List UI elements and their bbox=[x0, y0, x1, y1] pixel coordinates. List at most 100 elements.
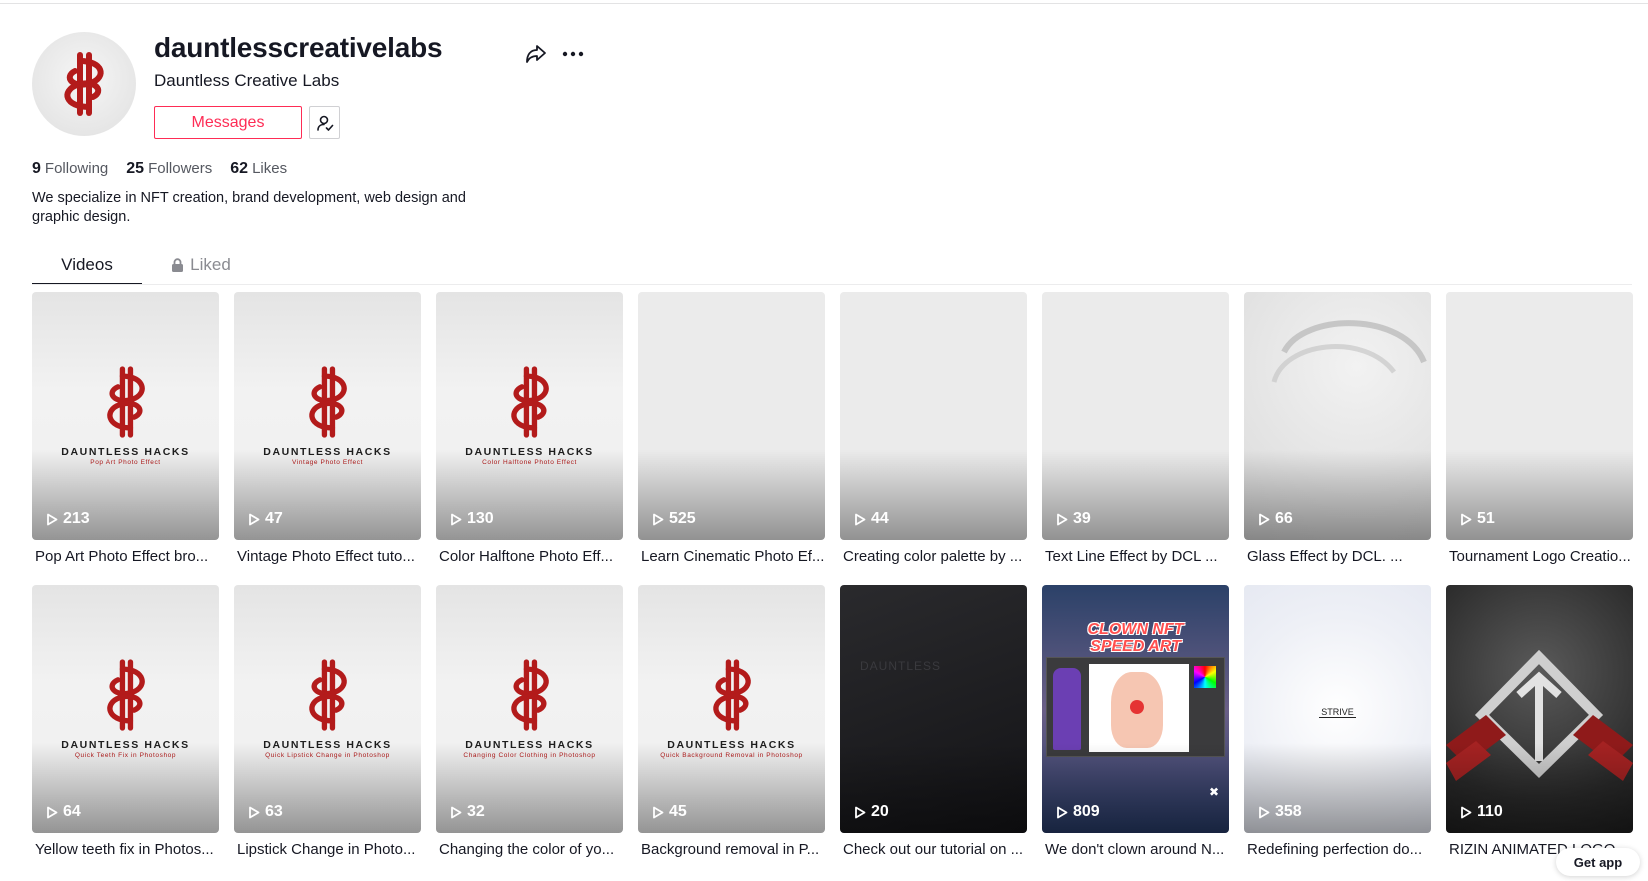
video-card[interactable]: CLOWN NFT SPEED ART ✖ 809 We don't clown … bbox=[1042, 585, 1229, 858]
username: dauntlesscreativelabs bbox=[154, 32, 443, 63]
video-thumbnail[interactable]: STRIVE 358 bbox=[1244, 585, 1431, 833]
thumbnail-branding: DAUNTLESS HACKS Color Halftone Photo Eff… bbox=[436, 362, 623, 466]
video-card[interactable]: DAUNTLESS 20 Check out our tutorial on .… bbox=[840, 585, 1027, 858]
view-count-value: 525 bbox=[669, 510, 696, 527]
video-thumbnail[interactable]: 51 bbox=[1446, 292, 1633, 540]
thumbnail-overlay-text: DAUNTLESS bbox=[860, 659, 942, 673]
video-card[interactable]: 51 Tournament Logo Creatio... bbox=[1446, 292, 1633, 565]
play-icon bbox=[1259, 806, 1270, 818]
video-caption[interactable]: We don't clown around N... bbox=[1042, 841, 1229, 858]
video-caption[interactable]: Yellow teeth fix in Photos... bbox=[32, 841, 219, 858]
user-check-icon bbox=[316, 115, 333, 131]
video-caption[interactable]: Vintage Photo Effect tuto... bbox=[234, 548, 421, 565]
following-stat[interactable]: 9 Following bbox=[32, 160, 108, 178]
top-divider bbox=[0, 3, 1648, 4]
thumbnail-photoshop-screen bbox=[1046, 657, 1225, 757]
play-icon bbox=[1057, 806, 1068, 818]
view-count-value: 66 bbox=[1275, 510, 1293, 527]
video-thumbnail[interactable]: DAUNTLESS HACKS Pop Art Photo Effect 213 bbox=[32, 292, 219, 540]
thumbnail-branding: DAUNTLESS HACKS Quick Teeth Fix in Photo… bbox=[32, 655, 219, 759]
video-caption[interactable]: Background removal in P... bbox=[638, 841, 825, 858]
dcl-logo-icon bbox=[106, 659, 145, 731]
clown-nose-illustration bbox=[1130, 700, 1144, 714]
video-thumbnail[interactable]: DAUNTLESS HACKS Changing Color Clothing … bbox=[436, 585, 623, 833]
view-count: 32 bbox=[450, 803, 485, 821]
view-count: 51 bbox=[1460, 510, 1495, 528]
avatar[interactable] bbox=[32, 32, 136, 136]
video-thumbnail[interactable]: DAUNTLESS HACKS Quick Background Removal… bbox=[638, 585, 825, 833]
video-thumbnail[interactable]: DAUNTLESS HACKS Quick Teeth Fix in Photo… bbox=[32, 585, 219, 833]
thumbnail-branding: DAUNTLESS HACKS Vintage Photo Effect bbox=[234, 362, 421, 466]
view-count-value: 130 bbox=[467, 510, 494, 527]
video-card[interactable]: 525 Learn Cinematic Photo Ef... bbox=[638, 292, 825, 565]
video-caption[interactable]: Pop Art Photo Effect bro... bbox=[32, 548, 219, 565]
video-caption[interactable]: Lipstick Change in Photo... bbox=[234, 841, 421, 858]
thumbnail-title-line2: SPEED ART bbox=[1090, 638, 1181, 655]
video-card[interactable]: DAUNTLESS HACKS Changing Color Clothing … bbox=[436, 585, 623, 858]
profile-tabs: Videos Liked bbox=[32, 243, 260, 285]
following-status-button[interactable] bbox=[309, 106, 340, 139]
video-caption[interactable]: Text Line Effect by DCL ... bbox=[1042, 548, 1229, 565]
video-thumbnail[interactable]: 66 bbox=[1244, 292, 1431, 540]
video-thumbnail[interactable]: DAUNTLESS HACKS Vintage Photo Effect 47 bbox=[234, 292, 421, 540]
view-count: 44 bbox=[854, 510, 889, 528]
thumbnail-overlay-word: STRIVE bbox=[1319, 707, 1356, 718]
video-card[interactable]: 66 Glass Effect by DCL. ... bbox=[1244, 292, 1431, 565]
video-card[interactable]: STRIVE 358 Redefining perfection do... bbox=[1244, 585, 1431, 858]
thumbnail-brand-text: DAUNTLESS HACKS bbox=[61, 739, 190, 751]
video-thumbnail[interactable]: 110 bbox=[1446, 585, 1633, 833]
more-options-button[interactable] bbox=[558, 40, 588, 68]
video-thumbnail[interactable]: 525 bbox=[638, 292, 825, 540]
video-caption[interactable]: Redefining perfection do... bbox=[1244, 841, 1431, 858]
video-caption[interactable]: Learn Cinematic Photo Ef... bbox=[638, 548, 825, 565]
followers-stat[interactable]: 25 Followers bbox=[126, 160, 212, 178]
play-icon bbox=[47, 806, 58, 818]
view-count-value: 45 bbox=[669, 803, 687, 820]
followers-label: Followers bbox=[148, 160, 213, 177]
share-arrow-icon bbox=[526, 45, 546, 63]
canvas-illustration bbox=[1089, 664, 1189, 752]
video-caption[interactable]: Creating color palette by ... bbox=[840, 548, 1027, 565]
thumbnail-brand-text: DAUNTLESS HACKS bbox=[263, 446, 392, 458]
play-icon bbox=[249, 806, 260, 818]
thumbnail-overlay-text: STRIVE bbox=[1244, 707, 1431, 718]
play-icon bbox=[855, 513, 866, 525]
video-thumbnail[interactable]: CLOWN NFT SPEED ART ✖ 809 bbox=[1042, 585, 1229, 833]
video-card[interactable]: DAUNTLESS HACKS Quick Lipstick Change in… bbox=[234, 585, 421, 858]
glass-effect-icon bbox=[1271, 320, 1427, 383]
video-thumbnail[interactable]: DAUNTLESS HACKS Color Halftone Photo Eff… bbox=[436, 292, 623, 540]
video-caption[interactable]: Changing the color of yo... bbox=[436, 841, 623, 858]
video-card[interactable]: DAUNTLESS HACKS Vintage Photo Effect 47 … bbox=[234, 292, 421, 565]
video-thumbnail[interactable]: DAUNTLESS HACKS Quick Lipstick Change in… bbox=[234, 585, 421, 833]
tab-liked[interactable]: Liked bbox=[142, 243, 260, 285]
tab-videos[interactable]: Videos bbox=[32, 243, 142, 285]
video-card[interactable]: DAUNTLESS HACKS Color Halftone Photo Eff… bbox=[436, 292, 623, 565]
view-count: 213 bbox=[46, 510, 90, 528]
video-thumbnail[interactable]: 39 bbox=[1042, 292, 1229, 540]
share-button[interactable] bbox=[522, 40, 550, 68]
view-count-value: 110 bbox=[1477, 803, 1503, 820]
play-icon bbox=[47, 513, 58, 525]
video-card[interactable]: DAUNTLESS HACKS Quick Teeth Fix in Photo… bbox=[32, 585, 219, 858]
video-caption[interactable]: Tournament Logo Creatio... bbox=[1446, 548, 1633, 565]
view-count-value: 63 bbox=[265, 803, 283, 820]
video-card[interactable]: 110 RIZIN ANIMATED LOGO bbox=[1446, 585, 1633, 858]
thumbnail-branding: DAUNTLESS HACKS Changing Color Clothing … bbox=[436, 655, 623, 759]
video-thumbnail[interactable]: 44 bbox=[840, 292, 1027, 540]
dcl-logo-icon bbox=[510, 366, 549, 438]
view-count-value: 39 bbox=[1073, 510, 1091, 527]
video-thumbnail[interactable]: DAUNTLESS 20 bbox=[840, 585, 1027, 833]
following-label: Following bbox=[44, 160, 109, 177]
dcl-logo-icon bbox=[64, 52, 104, 116]
video-card[interactable]: DAUNTLESS HACKS Quick Background Removal… bbox=[638, 585, 825, 858]
video-card[interactable]: 44 Creating color palette by ... bbox=[840, 292, 1027, 565]
lock-icon bbox=[172, 258, 184, 272]
video-caption[interactable]: Color Halftone Photo Eff... bbox=[436, 548, 623, 565]
video-caption[interactable]: Glass Effect by DCL. ... bbox=[1244, 548, 1431, 565]
messages-button[interactable]: Messages bbox=[154, 106, 302, 139]
video-card[interactable]: DAUNTLESS HACKS Pop Art Photo Effect 213… bbox=[32, 292, 219, 565]
video-card[interactable]: 39 Text Line Effect by DCL ... bbox=[1042, 292, 1229, 565]
view-count-value: 32 bbox=[467, 803, 485, 820]
get-app-button[interactable]: Get app bbox=[1556, 848, 1640, 876]
video-caption[interactable]: Check out our tutorial on ... bbox=[840, 841, 1027, 858]
